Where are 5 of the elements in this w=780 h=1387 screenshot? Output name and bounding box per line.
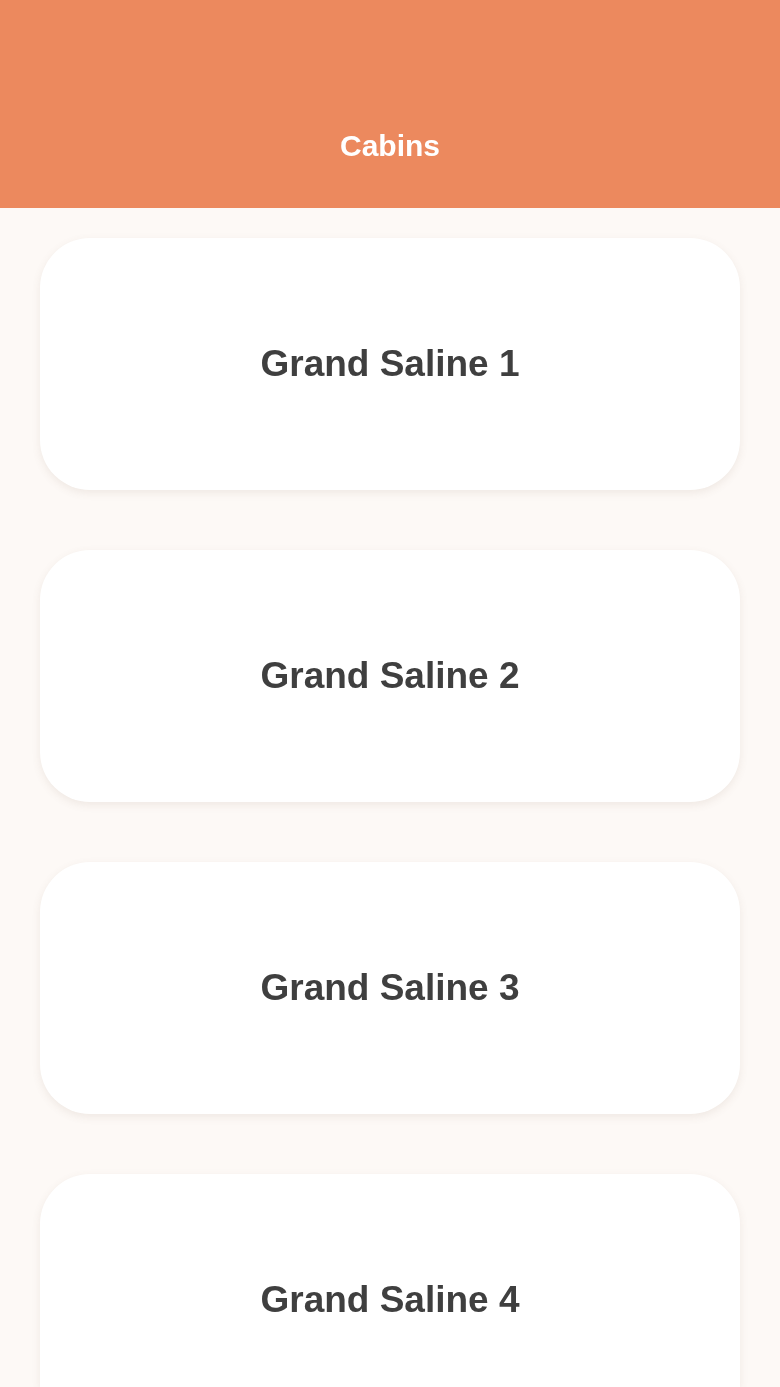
cabin-card[interactable]: Grand Saline 3 [40,862,740,1114]
header-title: Cabins [340,128,440,164]
cabin-card[interactable]: Grand Saline 2 [40,550,740,802]
cabin-card[interactable]: Grand Saline 4 [40,1174,740,1387]
cabin-card[interactable]: Grand Saline 1 [40,238,740,490]
